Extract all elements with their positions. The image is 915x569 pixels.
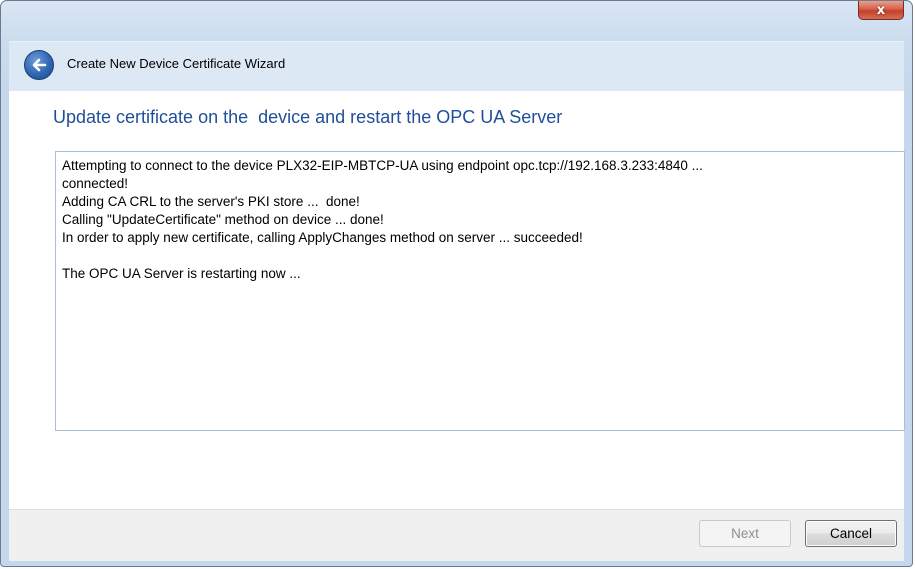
back-button[interactable] (24, 50, 54, 80)
log-line: Attempting to connect to the device PLX3… (62, 158, 703, 173)
next-button[interactable]: Next (699, 520, 791, 547)
wizard-header: Create New Device Certificate Wizard (9, 41, 904, 92)
close-icon: x (876, 2, 886, 18)
wizard-title: Create New Device Certificate Wizard (67, 56, 286, 71)
log-line: connected! (62, 176, 129, 191)
close-button[interactable]: x (858, 1, 904, 20)
cancel-button[interactable]: Cancel (805, 520, 897, 547)
log-line: The OPC UA Server is restarting now ... (62, 266, 301, 281)
wizard-content: Update certificate on the device and res… (9, 91, 905, 509)
page-heading: Update certificate on the device and res… (53, 107, 563, 127)
wizard-footer: Next Cancel (9, 509, 904, 561)
log-line: Calling "UpdateCertificate" method on de… (62, 212, 384, 227)
log-line: In order to apply new certificate, calli… (62, 230, 583, 245)
log-line-blank (62, 247, 898, 265)
wizard-window: x Create New Device Certificate Wizard U… (0, 0, 913, 567)
log-line: Adding CA CRL to the server's PKI store … (62, 194, 360, 209)
back-arrow-icon (32, 58, 47, 72)
log-output-box[interactable]: Attempting to connect to the device PLX3… (55, 151, 905, 431)
title-bar[interactable] (1, 1, 912, 13)
